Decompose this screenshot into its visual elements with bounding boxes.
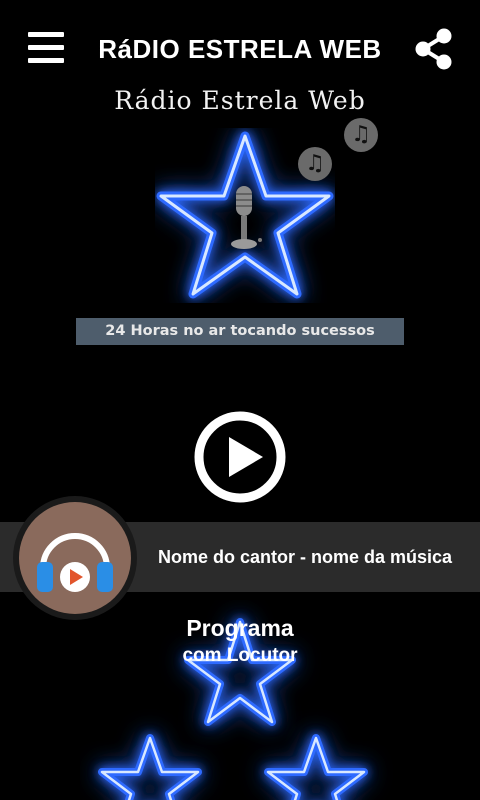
hamburger-menu-icon[interactable] xyxy=(28,32,64,63)
music-note-icon: ♫ xyxy=(298,147,332,181)
share-icon[interactable] xyxy=(414,28,454,70)
play-icon[interactable] xyxy=(193,410,287,504)
music-note-icon: ♫ xyxy=(344,118,378,152)
cover-art xyxy=(19,502,131,614)
logo-text: Rádio Estrela Web xyxy=(114,86,366,115)
program-title: Programa xyxy=(186,615,294,641)
program-host: com Locutor xyxy=(182,645,298,666)
tagline: 24 Horas no ar tocando sucessos xyxy=(76,318,404,345)
microphone-icon xyxy=(231,186,262,249)
app-title: RáDIO ESTRELA WEB xyxy=(98,34,382,64)
headphones-icon xyxy=(37,533,113,592)
station-logo: Rádio Estrela Web ♫ ♫ 24 Horas no ar toc… xyxy=(60,80,420,360)
now-playing-text: Nome do cantor - nome da música xyxy=(158,547,453,567)
